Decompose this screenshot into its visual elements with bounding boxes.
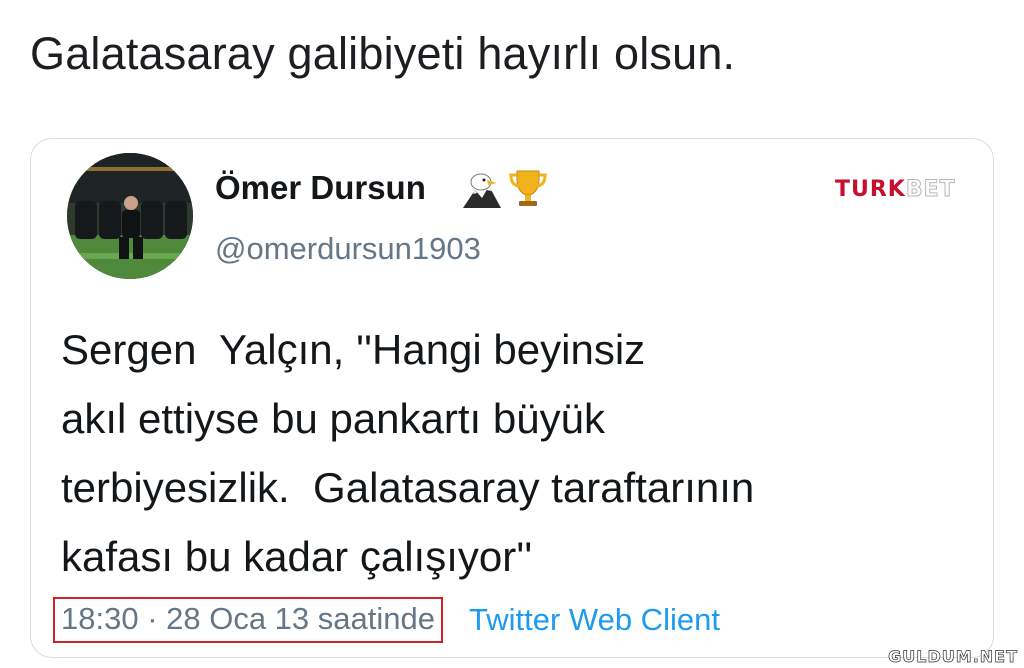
tweet-meta: 18:30 · 28 Oca 13 saatinde Twitter Web C… xyxy=(53,595,720,645)
timestamp[interactable]: 18:30 · 28 Oca 13 saatinde xyxy=(53,597,443,643)
watermark-site: GULDUM.NET xyxy=(888,647,1018,667)
tweet-screenshot: Galatasaray galibiyeti hayırlı olsun. Öm… xyxy=(0,0,1024,668)
watermark-part-1: TURK xyxy=(835,177,906,202)
author-handle[interactable]: @omerdursun1903 xyxy=(215,231,481,267)
client-link[interactable]: Twitter Web Client xyxy=(469,602,720,638)
avatar[interactable] xyxy=(67,153,193,279)
author-name[interactable]: Ömer Dursun xyxy=(215,169,426,207)
trophy-icon xyxy=(509,168,547,208)
body-line: akıl ettiyse bu pankartı büyük xyxy=(61,395,605,442)
watermark-part-2: BET xyxy=(905,177,956,203)
body-line: Sergen Yalçın, ''Hangi beyinsiz xyxy=(61,326,646,373)
tweet-text: Galatasaray galibiyeti hayırlı olsun. xyxy=(30,28,736,79)
watermark-logo: TURKBET xyxy=(835,177,956,203)
quoted-tweet-card[interactable]: Ömer Dursun @omerdursun1903 TURKBET Serg… xyxy=(30,138,994,658)
body-line: kafası bu kadar çalışıyor'' xyxy=(61,533,533,580)
eagle-icon xyxy=(463,168,501,208)
quoted-tweet-text: Sergen Yalçın, ''Hangi beyinsiz akıl ett… xyxy=(61,315,971,591)
body-line: terbiyesizlik. Galatasaray taraftarının xyxy=(61,464,755,511)
avatar-image xyxy=(67,153,193,279)
